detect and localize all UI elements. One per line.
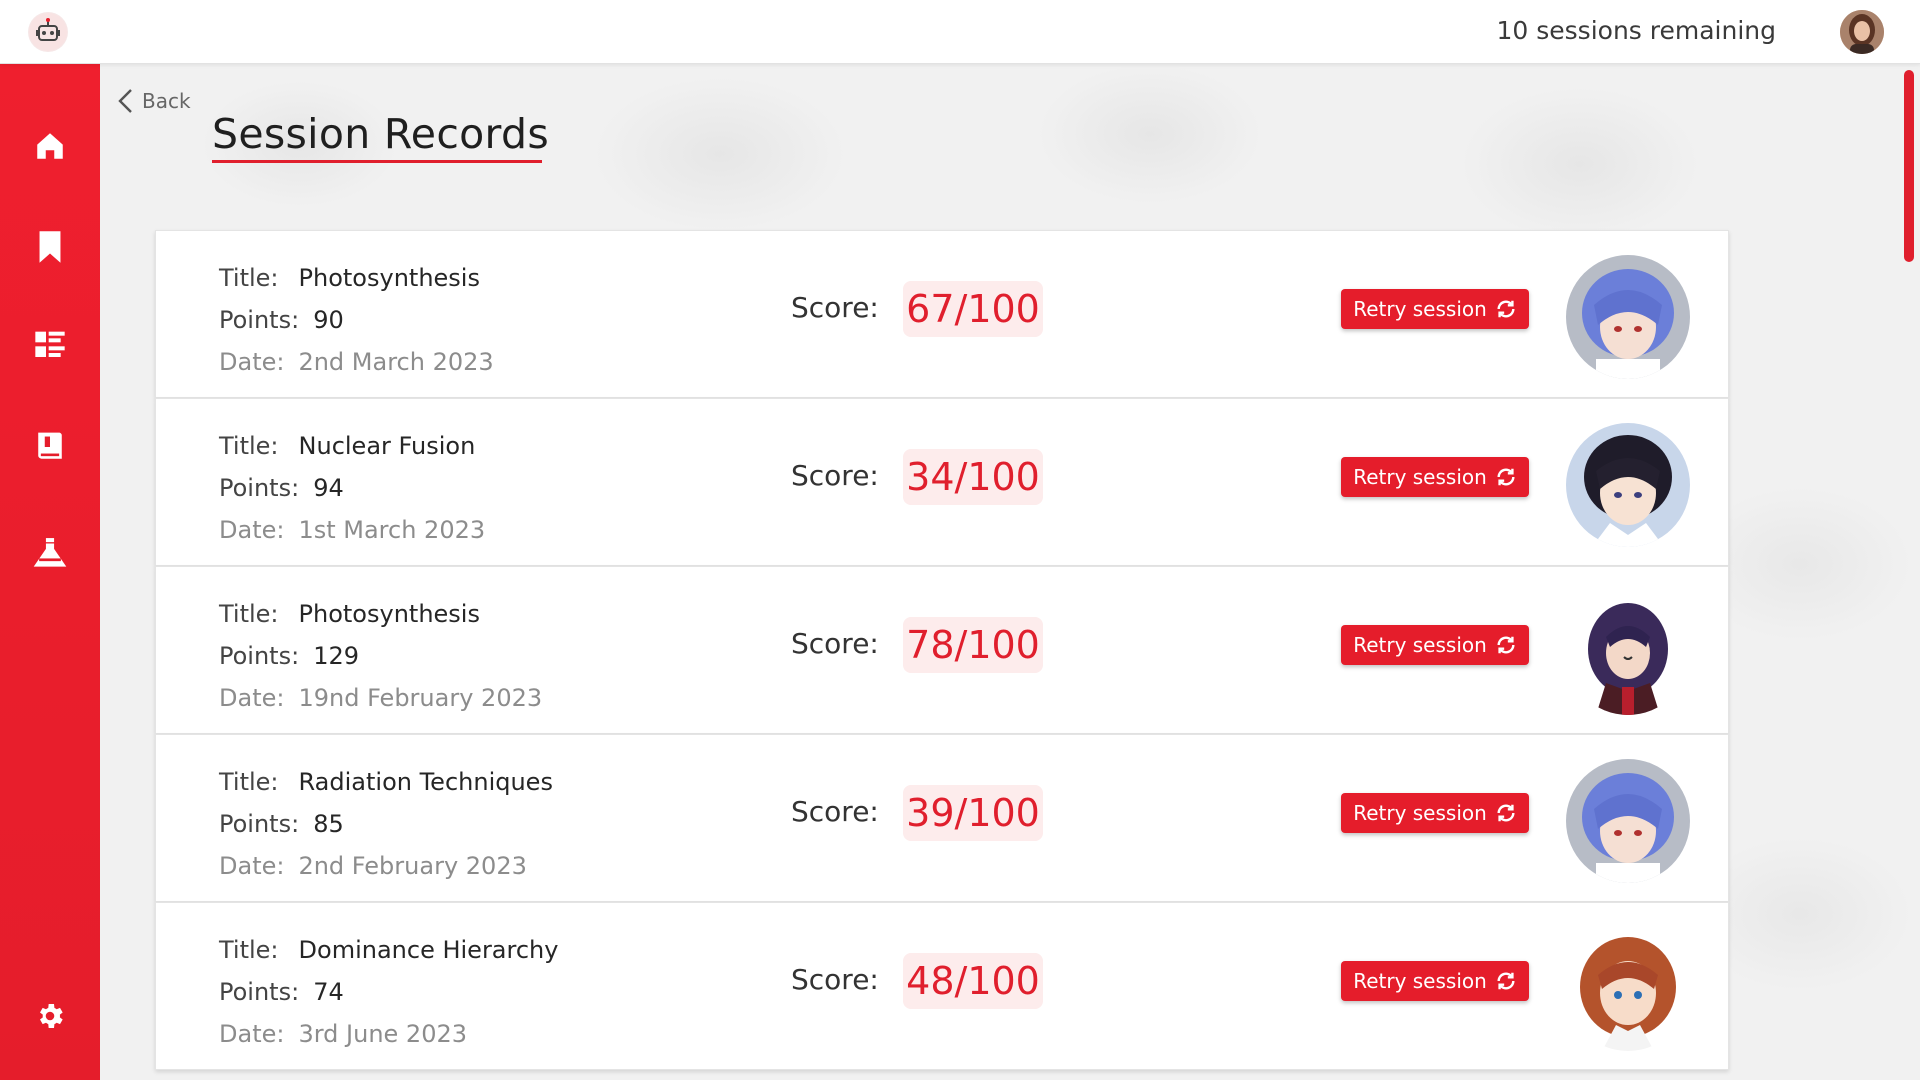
refresh-icon: [1497, 468, 1515, 486]
record-info: Title: Photosynthesis Points: 129 Date: …: [219, 593, 542, 719]
retry-label: Retry session: [1353, 465, 1487, 489]
user-avatar[interactable]: [1840, 10, 1884, 54]
score-label: Score:: [791, 459, 879, 492]
record-date: 1st March 2023: [298, 516, 486, 544]
scrollbar[interactable]: [1904, 70, 1914, 1074]
sidebar: [0, 64, 100, 1080]
top-bar: 10 sessions remaining: [0, 0, 1920, 64]
scrollbar-thumb[interactable]: [1904, 70, 1914, 262]
retry-session-button[interactable]: Retry session: [1341, 961, 1529, 1001]
record-title: Radiation Techniques: [298, 768, 553, 796]
score-label: Score:: [791, 627, 879, 660]
character-avatar: [1566, 255, 1690, 379]
title-key: Title:: [219, 432, 279, 460]
record-points: 129: [313, 642, 359, 670]
record-date: 19nd February 2023: [298, 684, 543, 712]
title-key: Title:: [219, 600, 279, 628]
score-label: Score:: [791, 963, 879, 996]
home-icon: [37, 133, 63, 159]
record-date: 2nd February 2023: [298, 852, 527, 880]
character-avatar: [1566, 591, 1690, 715]
retry-session-button[interactable]: Retry session: [1341, 793, 1529, 833]
back-button[interactable]: Back: [116, 86, 191, 116]
title-key: Title:: [219, 768, 279, 796]
score-label: Score:: [791, 291, 879, 324]
flask-icon: [33, 538, 67, 567]
points-key: Points:: [219, 810, 300, 838]
retry-session-button[interactable]: Retry session: [1341, 625, 1529, 665]
record-points: 85: [313, 810, 344, 838]
record-points: 74: [313, 978, 344, 1006]
retry-label: Retry session: [1353, 633, 1487, 657]
refresh-icon: [1497, 300, 1515, 318]
chevron-left-icon: [118, 89, 132, 113]
sessions-remaining: 10 sessions remaining: [1496, 16, 1776, 45]
record-row: Title: Nuclear Fusion Points: 94 Date: 1…: [155, 398, 1729, 566]
character-avatar: [1566, 927, 1690, 1051]
sidebar-item-list[interactable]: [28, 323, 72, 367]
retry-label: Retry session: [1353, 297, 1487, 321]
back-label: Back: [142, 89, 191, 113]
page-title: Session Records: [212, 110, 549, 158]
title-key: Title:: [219, 264, 279, 292]
record-row: Title: Photosynthesis Points: 129 Date: …: [155, 566, 1729, 734]
date-key: Date:: [219, 516, 285, 544]
record-info: Title: Dominance Hierarchy Points: 74 Da…: [219, 929, 558, 1055]
record-title: Dominance Hierarchy: [298, 936, 559, 964]
title-key: Title:: [219, 936, 279, 964]
sidebar-item-home[interactable]: [28, 124, 72, 168]
record-title: Photosynthesis: [298, 600, 480, 628]
points-key: Points:: [219, 642, 300, 670]
retry-label: Retry session: [1353, 969, 1487, 993]
record-info: Title: Photosynthesis Points: 90 Date: 2…: [219, 257, 494, 383]
record-date: 2nd March 2023: [298, 348, 494, 376]
date-key: Date:: [219, 348, 285, 376]
retry-session-button[interactable]: Retry session: [1341, 289, 1529, 329]
score-badge: 78/100: [903, 617, 1043, 673]
score-badge: 67/100: [903, 281, 1043, 337]
record-info: Title: Radiation Techniques Points: 85 D…: [219, 761, 553, 887]
sidebar-settings[interactable]: [28, 994, 72, 1038]
sidebar-item-bookmarks[interactable]: [28, 225, 72, 269]
record-row: Title: Photosynthesis Points: 90 Date: 2…: [155, 230, 1729, 398]
sidebar-item-library[interactable]: [28, 425, 72, 469]
character-avatar: [1566, 759, 1690, 883]
bookmark-icon: [39, 231, 61, 263]
refresh-icon: [1497, 636, 1515, 654]
date-key: Date:: [219, 852, 285, 880]
sidebar-item-lab[interactable]: [28, 531, 72, 575]
date-key: Date:: [219, 684, 285, 712]
points-key: Points:: [219, 474, 300, 502]
date-key: Date:: [219, 1020, 285, 1048]
record-row: Title: Dominance Hierarchy Points: 74 Da…: [155, 902, 1729, 1070]
record-info: Title: Nuclear Fusion Points: 94 Date: 1…: [219, 425, 485, 551]
score-badge: 39/100: [903, 785, 1043, 841]
record-points: 94: [313, 474, 344, 502]
refresh-icon: [1497, 972, 1515, 990]
points-key: Points:: [219, 978, 300, 1006]
score-badge: 48/100: [903, 953, 1043, 1009]
refresh-icon: [1497, 804, 1515, 822]
list-icon: [35, 331, 65, 357]
retry-session-button[interactable]: Retry session: [1341, 457, 1529, 497]
record-date: 3rd June 2023: [298, 1020, 468, 1048]
record-points: 90: [313, 306, 344, 334]
title-underline: [212, 160, 542, 163]
points-key: Points:: [219, 306, 300, 334]
record-title: Photosynthesis: [298, 264, 480, 292]
book-icon: [38, 432, 62, 459]
retry-label: Retry session: [1353, 801, 1487, 825]
score-badge: 34/100: [903, 449, 1043, 505]
character-avatar: [1566, 423, 1690, 547]
score-label: Score:: [791, 795, 879, 828]
record-row: Title: Radiation Techniques Points: 85 D…: [155, 734, 1729, 902]
gear-icon: [40, 1004, 63, 1028]
robot-mascot-icon[interactable]: [28, 12, 68, 52]
records-list: Title: Photosynthesis Points: 90 Date: 2…: [155, 230, 1729, 1070]
record-title: Nuclear Fusion: [298, 432, 476, 460]
